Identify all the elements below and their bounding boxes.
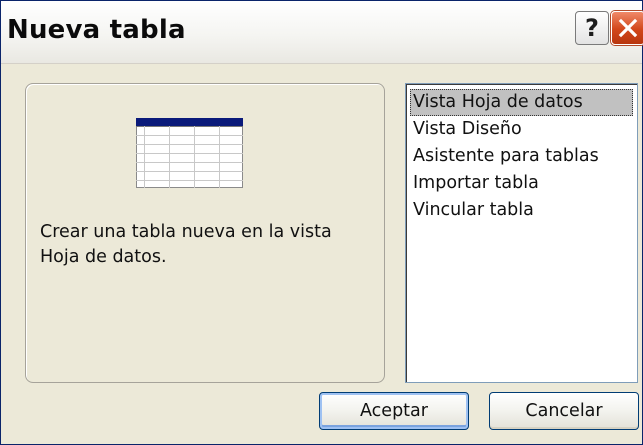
dialog-title: Nueva tabla [7, 15, 186, 45]
title-bar[interactable]: Nueva tabla ? [1, 1, 643, 64]
datasheet-table-icon [136, 118, 243, 188]
new-table-dialog: Nueva tabla ? Crear una tabla nueva en l… [0, 0, 643, 445]
list-item-design-view[interactable]: Vista Diseño [410, 116, 633, 143]
close-icon [618, 18, 638, 38]
close-button[interactable] [611, 11, 643, 45]
view-options-list[interactable]: Vista Hoja de datos Vista Diseño Asisten… [405, 83, 638, 383]
cancel-button[interactable]: Cancelar [489, 392, 639, 430]
list-item-datasheet-view[interactable]: Vista Hoja de datos [410, 89, 633, 116]
preview-panel: Crear una tabla nueva en la vista Hoja d… [25, 83, 385, 383]
help-button[interactable]: ? [575, 11, 609, 45]
view-description: Crear una tabla nueva en la vista Hoja d… [40, 222, 332, 267]
list-item-table-wizard[interactable]: Asistente para tablas [410, 143, 633, 170]
list-item-import-table[interactable]: Importar tabla [410, 170, 633, 197]
list-item-link-table[interactable]: Vincular tabla [410, 197, 633, 224]
accept-button[interactable]: Aceptar [319, 392, 469, 430]
help-icon: ? [585, 14, 599, 42]
